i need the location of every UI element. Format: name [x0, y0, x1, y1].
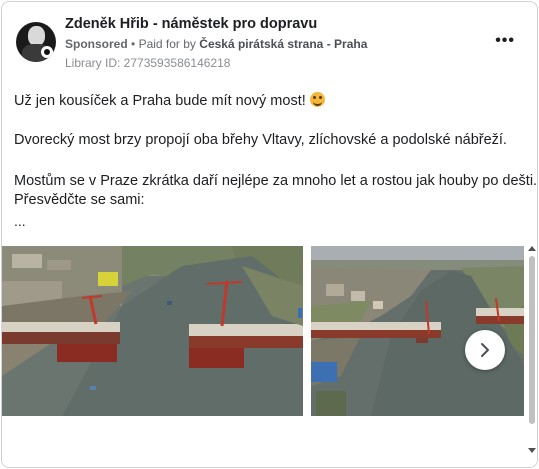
- avatar-badge-icon: [41, 46, 53, 58]
- paid-for-by-label: Paid for by: [138, 37, 196, 51]
- avatar-face: [28, 26, 45, 46]
- page-name-link[interactable]: Zdeněk Hřib - náměstek pro dopravu: [65, 16, 317, 32]
- post-line-3: Mostům se v Praze zkrátka daří nejlépe z…: [14, 173, 538, 189]
- post-line-1-text: Už jen kousíček a Praha bude mít nový mo…: [14, 93, 306, 109]
- library-id: Library ID: 2773593586146218: [65, 56, 231, 70]
- ad-card: Zdeněk Hřib - náměstek pro dopravu Spons…: [1, 1, 538, 468]
- page-avatar[interactable]: [16, 22, 56, 62]
- scroll-up-arrow-icon[interactable]: [528, 246, 536, 251]
- scrollbar-thumb[interactable]: [529, 256, 535, 424]
- post-ellipsis: ...: [14, 213, 26, 229]
- vertical-scrollbar[interactable]: [528, 246, 536, 458]
- post-line-1: Už jen kousíček a Praha bude mít nový mo…: [14, 92, 325, 109]
- scroll-down-arrow-icon[interactable]: [528, 448, 536, 453]
- sponsored-line: Sponsored • Paid for by Česká pirátská s…: [65, 37, 367, 51]
- carousel-next-button[interactable]: [465, 330, 505, 370]
- meta-separator: •: [131, 37, 136, 51]
- chevron-right-icon: [481, 343, 489, 357]
- smiling-face-emoji-icon: [309, 92, 325, 107]
- post-line-4: Přesvědčte se sami:: [14, 192, 145, 208]
- sponsored-label: Sponsored: [65, 37, 128, 51]
- carousel-image-1[interactable]: [2, 246, 303, 416]
- payer-link[interactable]: Česká pirátská strana - Praha: [199, 37, 367, 51]
- more-options-icon[interactable]: •••: [495, 32, 515, 50]
- post-line-2: Dvorecký most brzy propojí oba břehy Vlt…: [14, 132, 507, 148]
- image-carousel[interactable]: [2, 246, 524, 416]
